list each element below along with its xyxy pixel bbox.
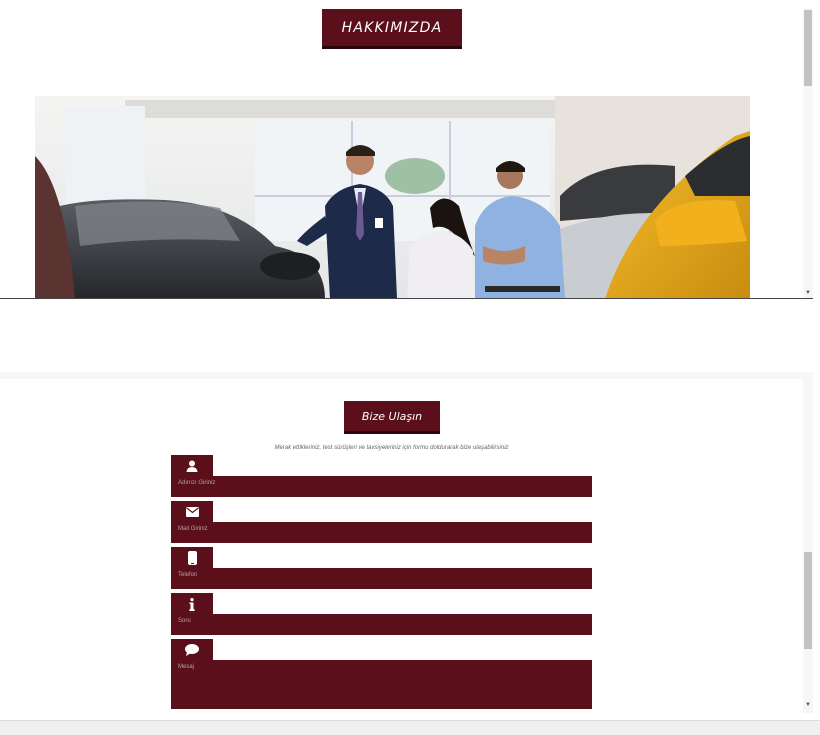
contact-scrollbar-thumb[interactable] bbox=[804, 552, 812, 649]
contact-section: Bize Ulaşın Merak ettikleriniz, test sür… bbox=[0, 379, 813, 713]
message-textarea[interactable]: Mesaj bbox=[171, 660, 592, 709]
message-placeholder: Mesaj bbox=[178, 664, 195, 670]
user-icon bbox=[171, 455, 213, 477]
phone-icon bbox=[171, 547, 213, 569]
phone-input[interactable]: Telefon bbox=[171, 568, 592, 589]
about-section: HAKKIMIZDA ▼ bbox=[0, 0, 813, 299]
name-placeholder: Adınızı Giriniz bbox=[178, 480, 216, 486]
question-placeholder: Soru bbox=[178, 618, 191, 624]
top-scrollbar[interactable]: ▼ bbox=[803, 8, 813, 298]
top-scrollbar-thumb[interactable] bbox=[804, 10, 812, 86]
envelope-icon bbox=[171, 501, 213, 523]
scroll-down-arrow-icon[interactable]: ▼ bbox=[803, 701, 813, 709]
phone-placeholder: Telefon bbox=[178, 572, 198, 578]
mail-input[interactable]: Mail Giriniz bbox=[171, 522, 592, 543]
contact-button[interactable]: Bize Ulaşın bbox=[344, 401, 440, 434]
scroll-down-arrow-icon[interactable]: ▼ bbox=[803, 289, 813, 297]
section-divider bbox=[0, 372, 813, 379]
horizontal-scrollbar[interactable] bbox=[0, 720, 820, 735]
contact-scrollbar[interactable]: ▼ bbox=[803, 379, 813, 713]
name-input[interactable]: Adınızı Giriniz bbox=[171, 476, 592, 497]
mail-placeholder: Mail Giriniz bbox=[178, 526, 208, 532]
showroom-photo bbox=[35, 96, 750, 298]
info-icon bbox=[171, 593, 213, 615]
comment-icon bbox=[171, 639, 213, 661]
question-input[interactable]: Soru bbox=[171, 614, 592, 635]
contact-description: Merak ettikleriniz, test sürüşleri ve ta… bbox=[274, 445, 509, 451]
about-button[interactable]: HAKKIMIZDA bbox=[322, 9, 462, 49]
